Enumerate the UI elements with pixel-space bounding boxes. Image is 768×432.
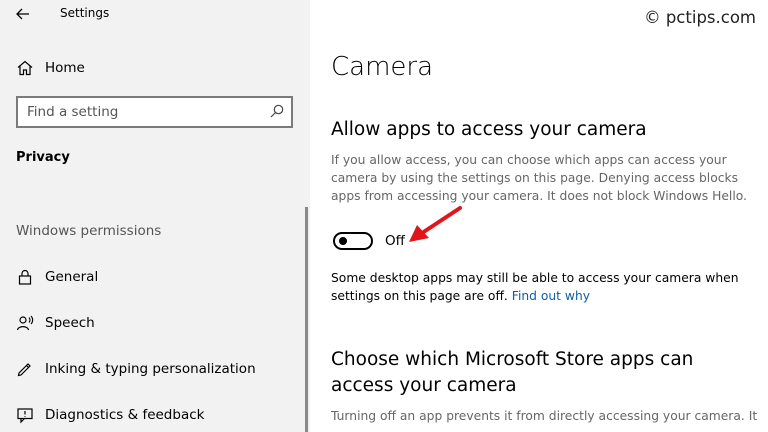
sidebar-item-home[interactable]: Home xyxy=(0,53,310,83)
sidebar-item-label: Speech xyxy=(45,315,95,331)
sidebar-item-speech[interactable]: Speech xyxy=(0,308,310,338)
section-header-privacy: Privacy xyxy=(16,150,70,165)
section-header-windows-permissions: Windows permissions xyxy=(16,223,162,239)
sidebar-item-label: Diagnostics & feedback xyxy=(45,407,205,423)
camera-access-toggle[interactable] xyxy=(333,232,373,250)
search-icon[interactable] xyxy=(269,103,285,119)
page-title: Camera xyxy=(331,52,434,82)
find-out-why-link[interactable]: Find out why xyxy=(512,289,590,303)
speech-icon xyxy=(14,312,36,334)
home-icon xyxy=(14,57,36,79)
back-arrow-icon xyxy=(16,8,29,20)
store-apps-description: Turning off an app prevents it from dire… xyxy=(331,409,758,423)
sidebar-item-label: Home xyxy=(45,60,85,76)
watermark: © pctips.com xyxy=(644,8,756,27)
title-bar: Settings xyxy=(0,0,310,30)
search-input[interactable] xyxy=(18,98,267,126)
allow-access-description: If you allow access, you can choose whic… xyxy=(331,153,747,203)
sidebar-item-label: General xyxy=(45,269,99,285)
lock-icon xyxy=(14,266,36,288)
sidebar-item-label: Inking & typing personalization xyxy=(45,361,256,377)
app-title: Settings xyxy=(60,6,110,20)
search-box xyxy=(16,96,293,128)
pen-icon xyxy=(14,358,36,380)
sidebar: Settings Home Privacy Windows permission… xyxy=(0,0,310,432)
annotation-arrow-icon xyxy=(409,206,462,242)
back-button[interactable] xyxy=(12,3,34,25)
store-apps-heading: Choose which Microsoft Store apps can ac… xyxy=(331,349,694,396)
main-content: © pctips.com Camera Allow apps to access… xyxy=(310,0,768,432)
allow-access-heading: Allow apps to access your camera xyxy=(331,119,647,140)
desktop-apps-note: Some desktop apps may still be able to a… xyxy=(331,269,761,305)
sidebar-item-inking-typing[interactable]: Inking & typing personalization xyxy=(0,354,310,384)
toggle-knob xyxy=(339,237,347,245)
sidebar-item-general[interactable]: General xyxy=(0,262,310,292)
sidebar-item-diagnostics[interactable]: Diagnostics & feedback xyxy=(0,400,310,430)
feedback-icon xyxy=(14,404,36,426)
toggle-state-label: Off xyxy=(385,233,405,249)
sidebar-scrollbar[interactable] xyxy=(305,207,308,432)
